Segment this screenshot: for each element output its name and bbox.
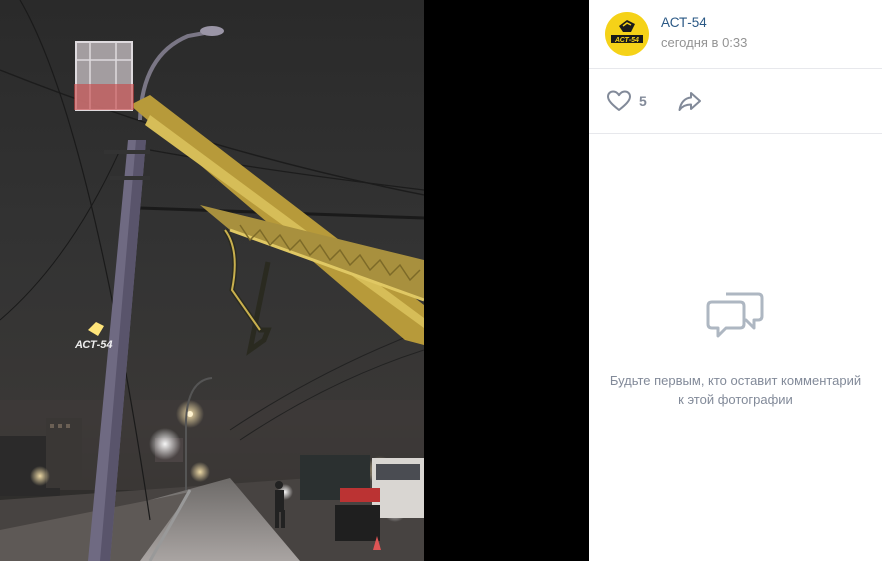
author-name-link[interactable]: АСТ-54 xyxy=(661,15,707,30)
author-avatar[interactable]: АСТ-54 xyxy=(605,12,649,56)
post-header: АСТ-54 АСТ-54 сегодня в 0:33 xyxy=(589,0,882,69)
night-street-crane-photo: АСТ-54 xyxy=(0,0,424,561)
like-button[interactable]: 5 xyxy=(605,87,647,115)
comments-bubbles-icon xyxy=(706,292,763,338)
comments-empty-text: Будьте первым, кто оставит комментарий к… xyxy=(609,373,862,407)
post-timestamp[interactable]: сегодня в 0:33 xyxy=(661,35,747,50)
heart-icon xyxy=(607,90,631,111)
post-actions-bar: 5 xyxy=(589,69,882,134)
avatar-text: АСТ-54 xyxy=(614,37,639,44)
post-info-panel: АСТ-54 АСТ-54 сегодня в 0:33 5 Будьте пе… xyxy=(589,0,882,561)
photo-watermark-text: АСТ-54 xyxy=(74,339,113,351)
post-photo[interactable]: АСТ-54 xyxy=(0,0,424,561)
share-button[interactable] xyxy=(676,87,704,115)
comments-empty-state: Будьте первым, кто оставит комментарий к… xyxy=(589,290,882,409)
avatar-logo-icon: АСТ-54 xyxy=(605,12,649,56)
share-arrow-icon xyxy=(678,92,701,111)
like-count: 5 xyxy=(639,93,647,109)
